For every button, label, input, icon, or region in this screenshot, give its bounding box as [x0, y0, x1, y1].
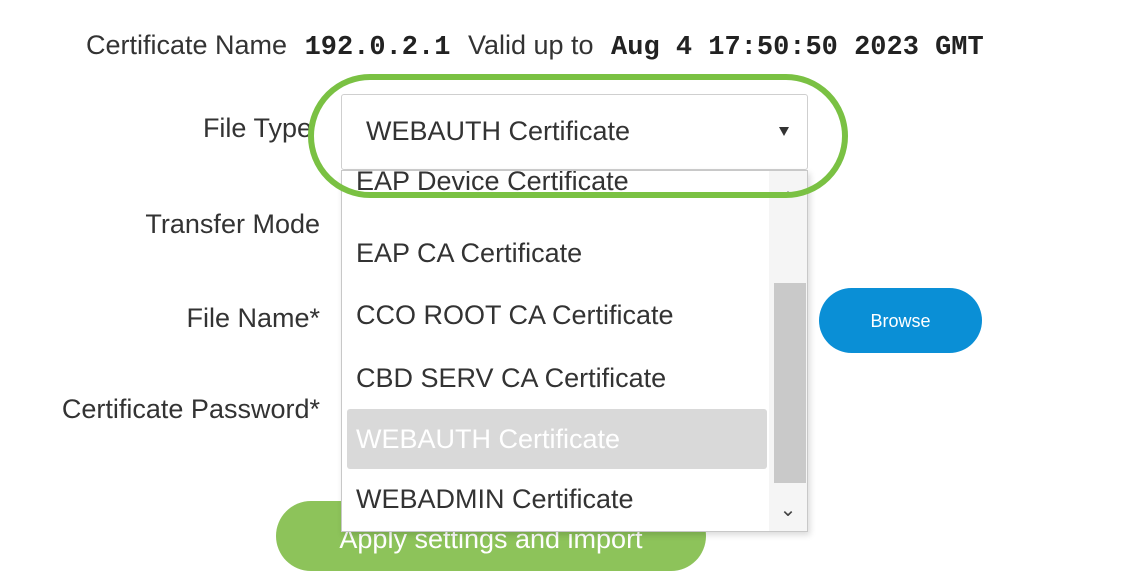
certificate-info-row: Certificate Name 192.0.2.1 Valid up to A…: [86, 30, 984, 63]
certificate-name-label: Certificate Name: [86, 30, 288, 60]
file-type-selected-value: WEBAUTH Certificate: [366, 116, 631, 146]
certificate-import-form: Certificate Name 192.0.2.1 Valid up to A…: [0, 0, 1138, 571]
certificate-name-value: 192.0.2.1: [304, 33, 451, 63]
file-name-label: File Name*: [186, 303, 320, 333]
file-type-option[interactable]: WEBADMIN Certificate: [347, 469, 767, 529]
file-type-option[interactable]: EAP CA Certificate: [347, 223, 767, 283]
file-type-option[interactable]: CCO ROOT CA Certificate: [347, 285, 767, 345]
browse-button[interactable]: Browse: [819, 288, 982, 353]
valid-up-to-value: Aug 4 17:50:50 2023 GMT: [611, 33, 984, 63]
dropdown-scrollbar[interactable]: ⌃ ⌄: [769, 171, 807, 531]
chevron-down-icon[interactable]: ⌄: [769, 495, 807, 525]
file-type-dropdown-list[interactable]: EAP Device Certificate EAP CA Certificat…: [341, 170, 808, 532]
file-type-option-selected[interactable]: WEBAUTH Certificate: [347, 409, 767, 469]
caret-down-icon: [779, 127, 789, 136]
transfer-mode-label: Transfer Mode: [145, 209, 320, 239]
file-type-label: File Type: [202, 113, 312, 143]
file-type-option[interactable]: CBD SERV CA Certificate: [347, 348, 767, 408]
valid-up-to-label: Valid up to: [467, 30, 594, 60]
certificate-password-label: Certificate Password*: [61, 394, 320, 424]
scrollbar-thumb[interactable]: [774, 283, 806, 483]
file-type-option[interactable]: EAP Device Certificate: [347, 171, 767, 211]
file-type-select[interactable]: WEBAUTH Certificate: [341, 94, 808, 170]
chevron-up-icon[interactable]: ⌃: [769, 185, 807, 215]
